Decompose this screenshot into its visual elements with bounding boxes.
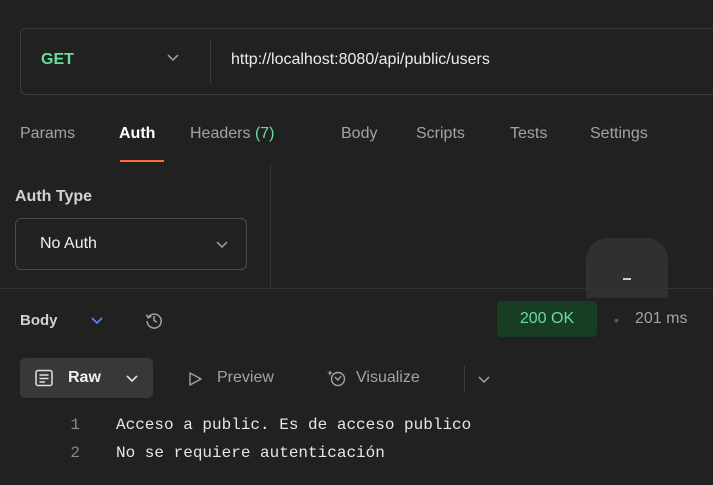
response-body-label[interactable]: Body [20, 312, 58, 329]
chevron-down-icon [126, 375, 138, 383]
line-number: 2 [70, 444, 80, 462]
play-outline-icon [189, 372, 202, 386]
chevron-down-icon[interactable] [165, 49, 181, 65]
status-code: 200 OK [519, 310, 575, 327]
line-text: No se requiere autenticación [116, 444, 385, 462]
raw-view-button[interactable]: Raw [20, 358, 153, 398]
response-time: 201 ms [635, 310, 688, 327]
headers-count-badge: (7) [254, 125, 275, 142]
tab-body[interactable]: Body [341, 125, 377, 143]
chevron-down-icon[interactable] [476, 371, 492, 387]
chevron-down-icon [216, 241, 228, 249]
chevron-down-icon[interactable] [89, 312, 105, 328]
url-input[interactable]: http://localhost:8080/api/public/users [231, 51, 490, 69]
auth-type-value: No Auth [40, 235, 97, 252]
request-url-bar: GET http://localhost:8080/api/public/use… [20, 28, 713, 95]
response-divider [0, 288, 713, 289]
line-number: 1 [70, 416, 80, 434]
raw-format-icon [35, 369, 53, 387]
http-method-select[interactable]: GET [41, 51, 74, 69]
line-text: Acceso a public. Es de acceso publico [116, 416, 472, 434]
history-icon[interactable] [144, 310, 164, 330]
tab-scripts[interactable]: Scripts [416, 125, 465, 143]
resize-handle-icon [623, 278, 631, 280]
auth-type-label: Auth Type [15, 188, 93, 205]
tab-headers-label: Headers [190, 125, 251, 142]
auth-type-select[interactable]: No Auth [15, 218, 247, 270]
tab-headers[interactable]: Headers (7) [190, 125, 275, 143]
raw-view-label: Raw [68, 369, 101, 386]
visualize-view-label: Visualize [356, 369, 420, 386]
tab-auth[interactable]: Auth [119, 125, 155, 143]
status-badge: 200 OK [497, 301, 597, 337]
visualize-icon [327, 370, 346, 387]
tab-tests[interactable]: Tests [510, 125, 547, 143]
tab-params[interactable]: Params [20, 125, 75, 143]
tab-settings[interactable]: Settings [590, 125, 648, 143]
active-tab-indicator [120, 160, 164, 162]
panel-divider [270, 163, 271, 288]
view-divider [464, 366, 465, 392]
preview-view-label: Preview [217, 369, 274, 386]
url-divider [210, 41, 211, 83]
pane-resize-handle[interactable] [586, 238, 668, 298]
separator-dot: • [614, 312, 619, 328]
